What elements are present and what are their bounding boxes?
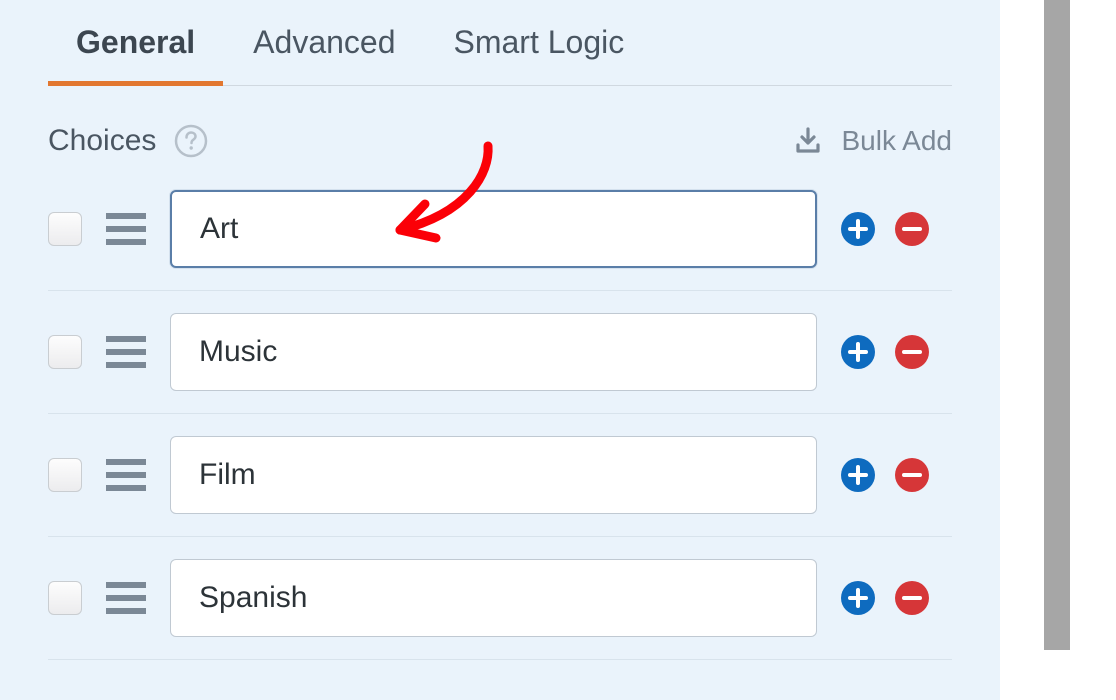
choice-row bbox=[48, 414, 952, 537]
drag-handle-icon[interactable] bbox=[106, 459, 146, 491]
tab-advanced[interactable]: Advanced bbox=[253, 24, 395, 85]
remove-choice-button[interactable] bbox=[895, 335, 929, 369]
remove-choice-button[interactable] bbox=[895, 212, 929, 246]
download-icon bbox=[793, 126, 823, 156]
tabs-bar: General Advanced Smart Logic bbox=[48, 0, 952, 86]
drag-handle-icon[interactable] bbox=[106, 582, 146, 614]
add-choice-button[interactable] bbox=[841, 335, 875, 369]
choice-text-input[interactable] bbox=[170, 559, 817, 637]
drag-handle-icon[interactable] bbox=[106, 213, 146, 245]
choice-row bbox=[48, 291, 952, 414]
add-choice-button[interactable] bbox=[841, 212, 875, 246]
settings-panel: General Advanced Smart Logic Choices Bu bbox=[0, 0, 1000, 700]
choice-text-input[interactable] bbox=[170, 436, 817, 514]
help-icon[interactable] bbox=[174, 124, 208, 158]
remove-choice-button[interactable] bbox=[895, 581, 929, 615]
choice-row bbox=[48, 168, 952, 291]
choice-checkbox[interactable] bbox=[48, 458, 82, 492]
add-choice-button[interactable] bbox=[841, 458, 875, 492]
choices-header: Choices Bulk Add bbox=[48, 86, 952, 168]
bulk-add-button[interactable]: Bulk Add bbox=[793, 125, 952, 157]
drag-handle-icon[interactable] bbox=[106, 336, 146, 368]
choice-checkbox[interactable] bbox=[48, 335, 82, 369]
bulk-add-label: Bulk Add bbox=[841, 125, 952, 157]
scrollbar-track bbox=[1026, 0, 1116, 700]
choices-label: Choices bbox=[48, 124, 156, 158]
scrollbar-thumb[interactable] bbox=[1044, 0, 1070, 650]
choice-checkbox[interactable] bbox=[48, 581, 82, 615]
choice-checkbox[interactable] bbox=[48, 212, 82, 246]
choice-text-input[interactable] bbox=[170, 313, 817, 391]
choice-row bbox=[48, 537, 952, 660]
tab-general[interactable]: General bbox=[76, 24, 195, 85]
tab-smart-logic[interactable]: Smart Logic bbox=[454, 24, 625, 85]
remove-choice-button[interactable] bbox=[895, 458, 929, 492]
choice-text-input[interactable] bbox=[170, 190, 817, 268]
add-choice-button[interactable] bbox=[841, 581, 875, 615]
